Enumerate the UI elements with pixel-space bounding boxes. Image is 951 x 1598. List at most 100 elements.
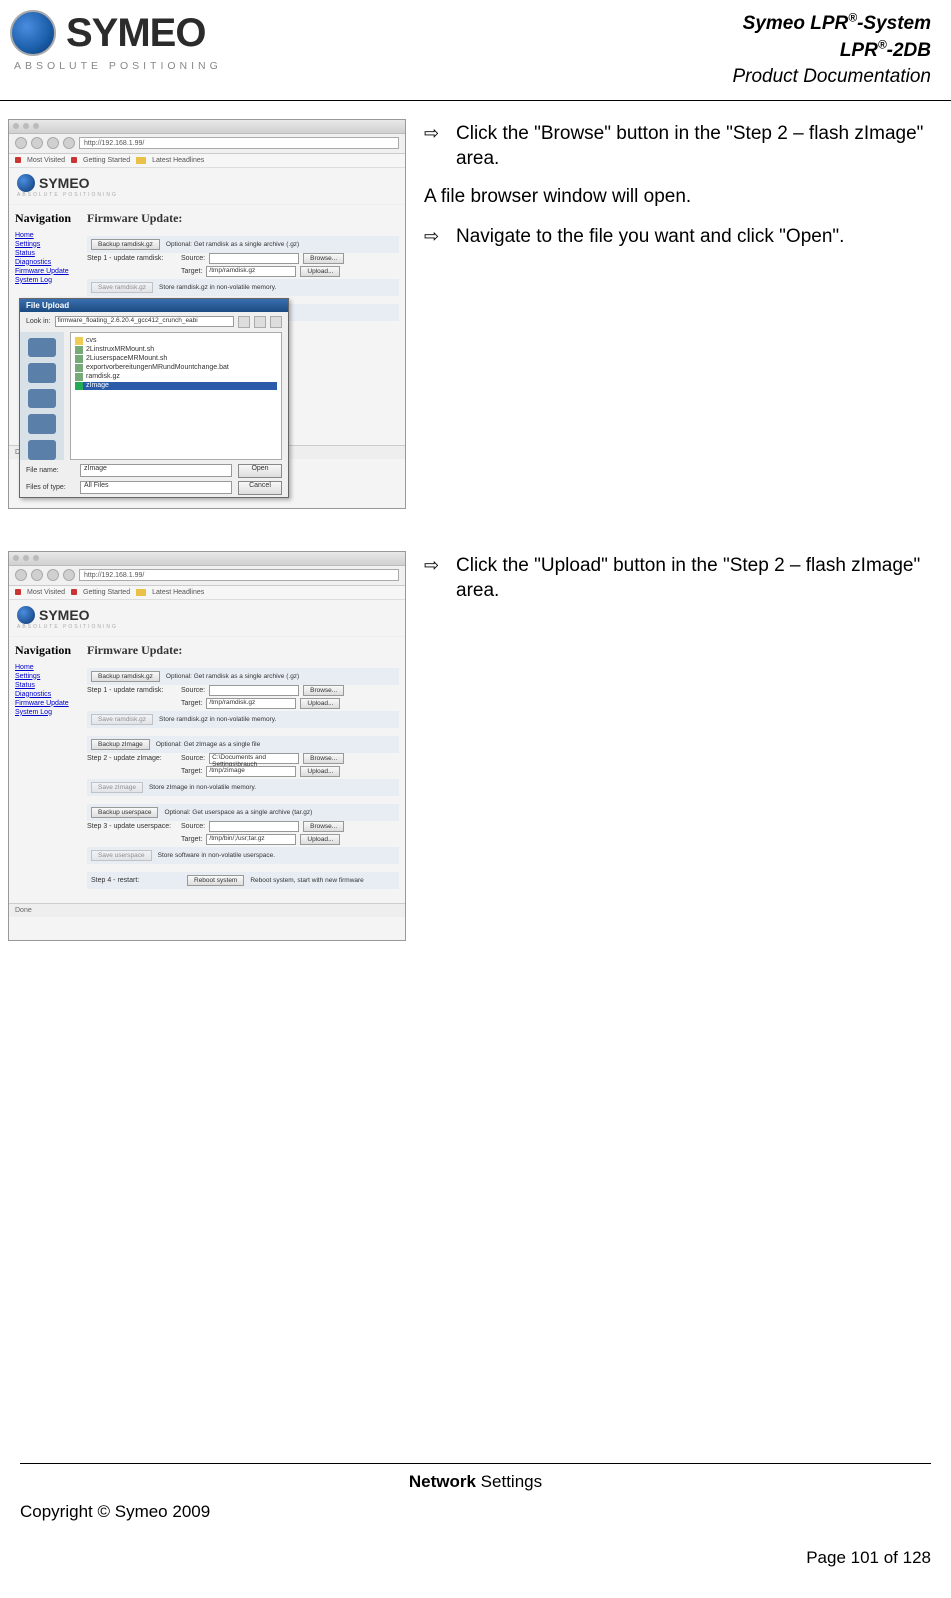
bm-most-visited: Most Visited bbox=[27, 157, 65, 164]
cancel-button: Cancel bbox=[238, 481, 282, 495]
doc-title: Symeo LPR®-System LPR®-2DB Product Docum… bbox=[732, 10, 931, 90]
tgt1-val: /tmp/ramdisk.gz bbox=[206, 698, 296, 709]
filename-label: File name: bbox=[26, 467, 74, 474]
reload-icon bbox=[47, 569, 59, 581]
nav-heading: Navigation bbox=[15, 643, 81, 658]
mini-nav: Navigation Home Settings Status Diagnost… bbox=[9, 637, 87, 903]
backup-ramdisk-button: Backup ramdisk.gz bbox=[91, 239, 160, 250]
browse-button: Browse... bbox=[303, 253, 344, 264]
browse-button: Browse... bbox=[303, 753, 344, 764]
home-icon bbox=[63, 137, 75, 149]
title-line2a: LPR bbox=[840, 40, 878, 61]
nav-diag: Diagnostics bbox=[15, 259, 81, 266]
desktop-icon bbox=[28, 363, 56, 383]
nav-settings: Settings bbox=[15, 673, 81, 680]
step1-label: Step 1 - update ramdisk: bbox=[87, 687, 177, 694]
instruction-text: Click the "Browse" button in the "Step 2… bbox=[456, 121, 931, 172]
screenshot-1: http://192.168.1.99/ Most Visited Gettin… bbox=[8, 119, 406, 509]
step3-label: Step 3 - update userspace: bbox=[87, 823, 177, 830]
recent-icon bbox=[28, 338, 56, 358]
src-label: Source: bbox=[181, 755, 205, 762]
bm-getting-started: Getting Started bbox=[83, 157, 130, 164]
nav-status: Status bbox=[15, 250, 81, 257]
note2-text: Store zImage in non-volatile memory. bbox=[149, 784, 256, 791]
upload-button: Upload... bbox=[300, 766, 340, 777]
logo-text: SYMEO bbox=[66, 13, 205, 53]
url-bar: http://192.168.1.99/ bbox=[79, 569, 399, 581]
file-dialog: File Upload Look in: firmware_floating_2… bbox=[19, 298, 289, 498]
backup-zimage-button: Backup zImage bbox=[91, 739, 150, 750]
src-label: Source: bbox=[181, 255, 205, 262]
tgt2-val: /tmp/zimage bbox=[206, 766, 296, 777]
logo-icon bbox=[10, 10, 56, 56]
mycomputer-icon bbox=[28, 414, 56, 434]
url-bar: http://192.168.1.99/ bbox=[79, 137, 399, 149]
mini-logo-tag: ABSOLUTE POSITIONING bbox=[17, 192, 397, 198]
logo-block: SYMEO ABSOLUTE POSITIONING bbox=[10, 10, 222, 72]
file-item: 2LiuserspaceMRMount.sh bbox=[86, 355, 167, 362]
title-line2b: -2DB bbox=[887, 40, 931, 61]
view-icon bbox=[270, 316, 282, 328]
file-list: cvs 2LinstruxMRMount.sh 2LiuserspaceMRMo… bbox=[70, 332, 282, 460]
filetype-label: Files of type: bbox=[26, 484, 74, 491]
opt4-text: Reboot system, start with new firmware bbox=[250, 877, 363, 884]
tgt-label: Target: bbox=[181, 700, 202, 707]
file-item: exportvorbereitungenMRundMountchange.bat bbox=[86, 364, 229, 371]
tgt3-val: /tmp/bin/;/usr;tar.gz bbox=[206, 834, 296, 845]
footer-section-bold: Network bbox=[409, 1472, 476, 1491]
nav-log: System Log bbox=[15, 709, 81, 716]
fwd-icon bbox=[31, 569, 43, 581]
copyright: Copyright © Symeo 2009 bbox=[20, 1502, 931, 1522]
title-line1a: Symeo LPR bbox=[743, 13, 849, 34]
backup-userspace-button: Backup userspace bbox=[91, 807, 158, 818]
upload-button: Upload... bbox=[300, 698, 340, 709]
file-item: 2LinstruxMRMount.sh bbox=[86, 346, 154, 353]
dialog-title: File Upload bbox=[20, 299, 288, 312]
instructions-2: ⇨Click the "Upload" button in the "Step … bbox=[424, 551, 931, 616]
instruction-plain: A file browser window will open. bbox=[424, 184, 931, 210]
instructions-1: ⇨Click the "Browse" button in the "Step … bbox=[424, 119, 931, 262]
step2-label: Step 2 - update zImage: bbox=[87, 755, 177, 762]
opt2-text: Optional: Get zImage as a single file bbox=[156, 741, 260, 748]
footer-section-rest: Settings bbox=[476, 1472, 542, 1491]
page-footer: Network Settings Copyright © Symeo 2009 … bbox=[0, 1463, 951, 1568]
fw-heading: Firmware Update: bbox=[87, 643, 399, 658]
mini-logo-tag: ABSOLUTE POSITIONING bbox=[17, 624, 397, 630]
most-visited-icon bbox=[15, 589, 21, 595]
reload-icon bbox=[47, 137, 59, 149]
step4-label: Step 4 - restart: bbox=[91, 877, 181, 884]
headlines-icon bbox=[136, 589, 146, 596]
screenshot-2: http://192.168.1.99/ Most Visited Gettin… bbox=[8, 551, 406, 941]
fwd-icon bbox=[31, 137, 43, 149]
home-icon bbox=[63, 569, 75, 581]
opt1-text: Optional: Get ramdisk as a single archiv… bbox=[166, 673, 299, 680]
save1-button: Save ramdisk.gz bbox=[91, 714, 153, 725]
mini-logo-text: SYMEO bbox=[39, 607, 90, 623]
logo-tagline: ABSOLUTE POSITIONING bbox=[10, 60, 222, 72]
save2-button: Save zImage bbox=[91, 782, 143, 793]
note1-text: Store ramdisk.gz in non-volatile memory. bbox=[159, 716, 276, 723]
step-row-2: http://192.168.1.99/ Most Visited Gettin… bbox=[8, 551, 931, 941]
nav-fw: Firmware Update bbox=[15, 268, 81, 275]
backup-ramdisk-button: Backup ramdisk.gz bbox=[91, 671, 160, 682]
tgt-label: Target: bbox=[181, 836, 202, 843]
nav-fw: Firmware Update bbox=[15, 700, 81, 707]
back-icon bbox=[15, 137, 27, 149]
back-icon bbox=[15, 569, 27, 581]
headlines-icon bbox=[136, 157, 146, 164]
title-line3: Product Documentation bbox=[732, 64, 931, 90]
content: http://192.168.1.99/ Most Visited Gettin… bbox=[0, 101, 951, 941]
bm-headlines: Latest Headlines bbox=[152, 157, 204, 164]
arrow-icon: ⇨ bbox=[424, 121, 444, 172]
instruction-text: Navigate to the file you want and click … bbox=[456, 224, 844, 250]
network-icon bbox=[28, 440, 56, 460]
tgt1-val: /tmp/ramdisk.gz bbox=[206, 266, 296, 277]
opt1-text: Optional: Get ramdisk as a single archiv… bbox=[166, 241, 299, 248]
nav-status: Status bbox=[15, 682, 81, 689]
lookin-label: Look in: bbox=[26, 318, 51, 325]
browse-button: Browse... bbox=[303, 685, 344, 696]
src-label: Source: bbox=[181, 687, 205, 694]
nav-home: Home bbox=[15, 664, 81, 671]
filetype-input: All Files bbox=[80, 481, 232, 494]
new-folder-icon bbox=[254, 316, 266, 328]
